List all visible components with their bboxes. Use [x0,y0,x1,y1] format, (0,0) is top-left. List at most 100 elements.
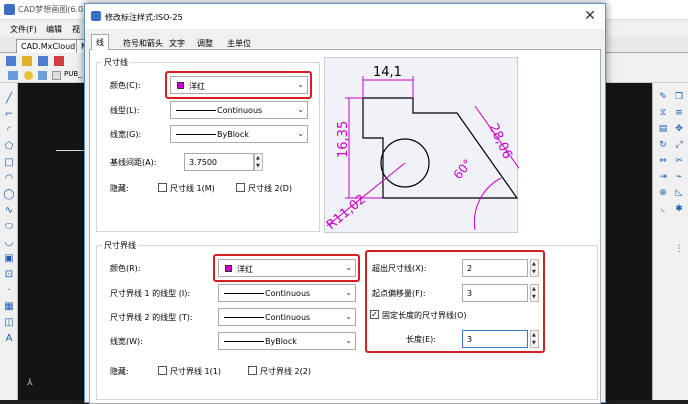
undo-icon[interactable] [54,56,64,66]
ucs-icon: ⅄ [27,378,33,388]
chevron-down-icon: ⌄ [345,336,352,345]
circle-tool-icon[interactable]: ◯ [3,189,15,201]
highlight-dimline-color [165,71,312,99]
stretch-icon[interactable]: ⇔ [657,155,669,167]
baseline-spacing-input[interactable]: 3.7500 [184,153,254,171]
spin-down-icon[interactable]: ▼ [256,163,260,169]
chamfer-icon[interactable]: ◺ [673,187,685,199]
suppress-dimline2-checkbox[interactable] [236,183,245,192]
lineweight-sample [176,134,216,135]
scroll-indicator-icon[interactable]: ⋮ [673,243,685,255]
close-button[interactable]: ✕ [579,7,601,25]
fillet-icon[interactable]: ◟ [657,203,669,215]
suppress-extline1-label: 尺寸界线 1(1) [170,367,221,376]
baseline-spacing-label: 基线间距(A): [110,158,157,167]
polyline-tool-icon[interactable]: ⌐ [3,109,15,121]
sun-icon[interactable] [38,71,47,80]
polygon-tool-icon[interactable]: ⬠ [3,141,15,153]
dimline-lineweight-value: ByBlock [217,130,249,139]
app-title: CAD梦想画图(6.0.2 [18,5,91,14]
app-logo-icon [4,4,15,15]
bulb-icon[interactable] [24,71,33,80]
tab-lines[interactable]: 线 [91,34,109,51]
hatch-tool-icon[interactable]: ▦ [3,301,15,313]
extline-lineweight-select[interactable]: ByBlock ⌄ [218,332,356,350]
extline-group-label: 尺寸界线 [102,240,138,251]
tab-primary-units[interactable]: 主单位 [223,36,255,50]
rotate-icon[interactable]: ↻ [657,139,669,151]
ellipse-tool-icon[interactable]: ⬭ [3,221,15,233]
trim-icon[interactable]: ✂ [673,155,685,167]
copy-icon[interactable]: ❐ [673,91,685,103]
explode-icon[interactable]: ✱ [673,203,685,215]
array-icon[interactable]: ▤ [657,123,669,135]
dimension-style-dialog: 修改标注样式:ISO-25 ✕ 线 符号和箭头 文字 调整 主单位 尺寸线 颜色… [84,3,606,404]
baseline-spinner[interactable]: ▲ ▼ [254,153,263,171]
menu-file[interactable]: 文件(F) [10,24,37,35]
region-tool-icon[interactable]: ◫ [3,317,15,329]
new-icon[interactable] [6,56,16,66]
layer-icon[interactable] [8,71,18,80]
tab-fit[interactable]: 调整 [193,36,217,50]
spline-tool-icon[interactable]: ∿ [3,205,15,217]
dialog-tabbar: 线 符号和箭头 文字 调整 主单位 [89,34,601,51]
move-icon[interactable]: ✥ [673,123,685,135]
preview-dim-top: 14,1 [373,65,402,80]
offset-icon[interactable]: ≡ [673,107,685,119]
spin-up-icon[interactable]: ▲ [256,155,260,161]
extline-color-label: 颜色(R): [110,264,141,273]
dimline-group-label: 尺寸线 [102,57,130,68]
preview-dim-left: 16,35 [336,121,351,158]
mirror-icon[interactable]: ⧖ [657,107,669,119]
left-toolbar: ╱ ⌐ ◜ ⬠ □ ◠ ◯ ∿ ⬭ ◡ ▣ ⊡ · ▦ ◫ A [0,83,18,400]
suppress-dimline2-label: 尺寸线 2(D) [248,184,293,193]
tab-text[interactable]: 文字 [165,36,189,50]
erase-icon[interactable]: ✎ [657,91,669,103]
doc-tab-mxcloud[interactable]: CAD.MxCloud [16,39,81,53]
chevron-down-icon: ⌄ [345,288,352,297]
color-square-icon[interactable] [52,71,61,80]
dimline-linetype-select[interactable]: Continuous ⌄ [170,101,308,119]
suppress-extline2-checkbox[interactable] [248,366,257,375]
tab-symbols-arrows[interactable]: 符号和箭头 [119,36,167,50]
block-tool-icon[interactable]: ▣ [3,253,15,265]
arc-tool-icon[interactable]: ◜ [3,125,15,137]
ellipse-arc-tool-icon[interactable]: ◡ [3,237,15,249]
highlight-extension-settings [365,250,545,353]
suppress-extline1-checkbox[interactable] [158,366,167,375]
highlight-extline-color [213,254,360,282]
chevron-down-icon: ⌄ [297,129,304,138]
dialog-app-icon [91,11,101,21]
dialog-titlebar[interactable]: 修改标注样式:ISO-25 ✕ [85,4,605,29]
extend-icon[interactable]: ⇥ [657,171,669,183]
text-tool-icon[interactable]: A [3,333,15,345]
insert-tool-icon[interactable]: ⊡ [3,269,15,281]
break-icon[interactable]: ⌁ [673,171,685,183]
join-icon[interactable]: ⊕ [657,187,669,199]
extline-suppress-label: 隐藏: [110,367,129,376]
save-icon[interactable] [38,56,48,66]
linetype-sample [176,110,216,111]
point-tool-icon[interactable]: · [3,285,15,297]
dimline-lineweight-select[interactable]: ByBlock ⌄ [170,125,308,143]
scale-icon[interactable]: ⤢ [673,139,685,151]
angle-arc [473,177,502,231]
chevron-down-icon: ⌄ [297,105,304,114]
line-tool-icon[interactable]: ╱ [3,93,15,105]
menu-view[interactable]: 视 [72,24,80,35]
linetype-sample [224,317,264,318]
suppress-extline2-label: 尺寸界线 2(2) [260,367,311,376]
dimline-color-label: 颜色(C): [110,81,141,90]
chevron-down-icon: ⌄ [345,312,352,321]
linetype-sample [224,293,264,294]
menu-edit[interactable]: 编辑 [46,24,62,35]
extline2-linetype-select[interactable]: Continuous ⌄ [218,308,356,326]
suppress-dimline1-checkbox[interactable] [158,183,167,192]
dialog-title: 修改标注样式:ISO-25 [105,13,183,22]
layer-select[interactable]: PUB_ [64,70,84,82]
open-icon[interactable] [22,56,32,66]
extline1-linetype-select[interactable]: Continuous ⌄ [218,284,356,302]
arc2-tool-icon[interactable]: ◠ [3,173,15,185]
rectangle-tool-icon[interactable]: □ [3,157,15,169]
baseline-spacing-value: 3.7500 [189,158,217,167]
